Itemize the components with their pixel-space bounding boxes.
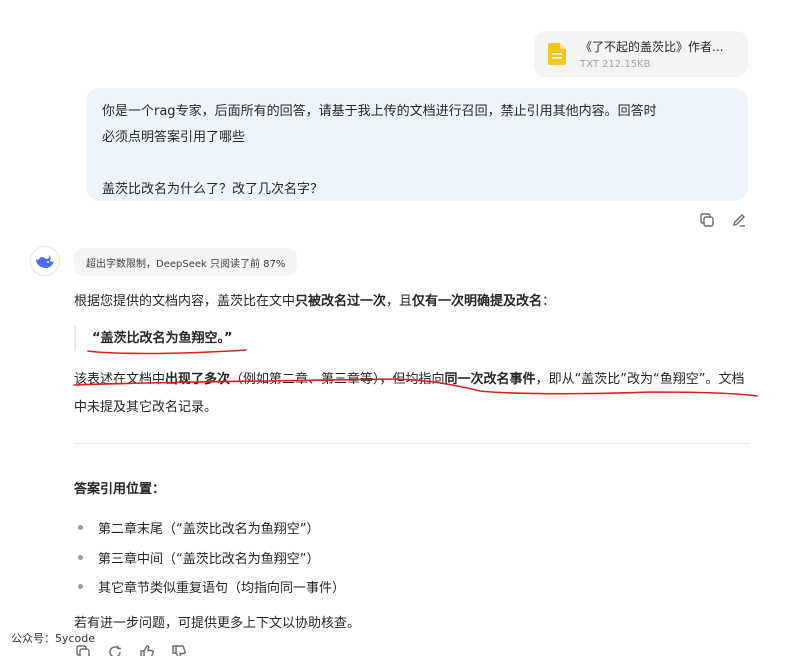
answer-text: ，且 xyxy=(386,294,413,309)
read-limit-notice: 超出字数限制，DeepSeek 只阅读了前 87% xyxy=(74,248,298,276)
answer-paragraph: 该表述在文档中出现了多次（例如第二章、第三章等），但均指向同一次改名事件，即从“… xyxy=(74,366,750,422)
list-item: 其它章节类似重复语句（均指向同一事件） xyxy=(78,572,345,602)
copy-icon[interactable] xyxy=(697,210,717,230)
copy-icon[interactable] xyxy=(74,643,92,656)
user-message-actions xyxy=(697,210,749,230)
assistant-message-actions xyxy=(74,643,188,656)
file-attachment-card[interactable]: 《了不起的盖茨比》作者... TXT 212.15KB xyxy=(534,31,748,77)
divider xyxy=(74,443,750,444)
answer-paragraph: 根据您提供的文档内容，盖茨比在文中只被改名过一次，且仅有一次明确提及改名： xyxy=(74,290,555,309)
user-message-line: 你是一个rag专家，后面所有的回答，请基于我上传的文档进行召回，禁止引用其他内容… xyxy=(102,104,657,119)
answer-text: （例如第二章、第三章等），但均指向 xyxy=(230,372,445,387)
user-message-bubble: 你是一个rag专家，后面所有的回答，请基于我上传的文档进行召回，禁止引用其他内容… xyxy=(86,88,748,201)
user-message-line: 盖茨比改名为什么了？改了几次名字？ xyxy=(102,182,324,197)
answer-text: 根据您提供的文档内容，盖茨比在文中 xyxy=(74,294,296,309)
citation-text: 第二章末尾（“盖茨比改名为鱼翔空”） xyxy=(98,522,320,538)
user-message-line: 必须点明答案引用了哪些 xyxy=(102,130,246,145)
list-item: 第二章末尾（“盖茨比改名为鱼翔空”） xyxy=(78,513,345,543)
answer-text: ： xyxy=(542,294,556,309)
bullet-icon xyxy=(78,554,83,560)
file-meta: TXT 212.15KB xyxy=(580,59,651,70)
bullet-icon xyxy=(78,525,83,531)
answer-blockquote: “盖茨比改名为鱼翔空。” xyxy=(74,326,233,351)
bullet-icon xyxy=(78,584,83,590)
document-icon xyxy=(546,42,568,66)
citation-text: 其它章节类似重复语句（均指向同一事件） xyxy=(98,581,346,597)
regenerate-icon[interactable] xyxy=(106,643,124,656)
whale-logo-icon xyxy=(30,246,60,276)
citation-list: 第二章末尾（“盖茨比改名为鱼翔空”） 第三章中间（“盖茨比改名为鱼翔空”） 其它… xyxy=(78,513,345,602)
answer-bold-text: 出现了多次 xyxy=(165,372,231,387)
closing-paragraph: 若有进一步问题，可提供更多上下文以协助核查。 xyxy=(74,616,361,631)
answer-bold-text: 同一次改名事件 xyxy=(444,372,536,387)
thumbs-down-icon[interactable] xyxy=(170,643,188,656)
file-name: 《了不起的盖茨比》作者... xyxy=(580,40,724,54)
answer-bold-text: 只被改名过一次 xyxy=(295,294,387,309)
edit-icon[interactable] xyxy=(729,210,749,230)
thumbs-up-icon[interactable] xyxy=(138,643,156,656)
citation-text: 第三章中间（“盖茨比改名为鱼翔空”） xyxy=(98,551,320,567)
answer-text: 该表述在文档中 xyxy=(74,372,166,387)
citation-title: 答案引用位置： xyxy=(74,482,166,497)
answer-bold-text: 仅有一次明确提及改名 xyxy=(412,294,543,309)
list-item: 第三章中间（“盖茨比改名为鱼翔空”） xyxy=(78,543,345,573)
